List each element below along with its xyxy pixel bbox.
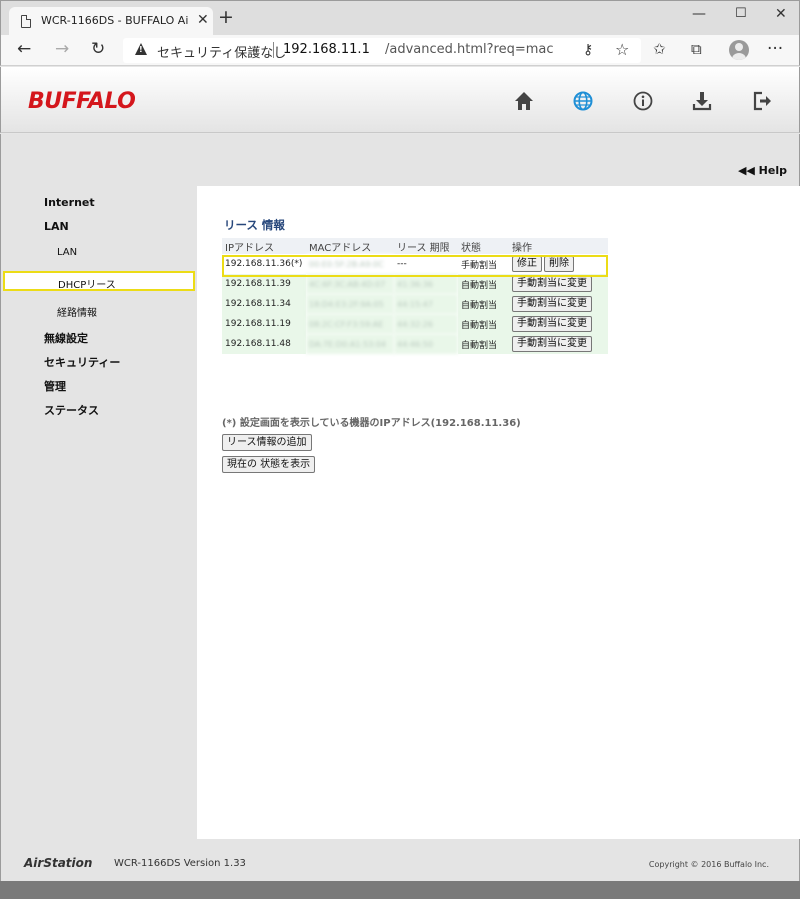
lease-actions: 手動割当に変更 — [509, 314, 608, 334]
tab-title: WCR-1166DS - BUFFALO AirStation — [41, 14, 189, 27]
lease-expiry: 44:32:26 — [394, 314, 458, 334]
sidebar-item-status[interactable]: ステータス — [44, 402, 99, 418]
close-window-icon[interactable]: ✕ — [775, 6, 787, 22]
lease-ip: 192.168.11.19 — [222, 314, 306, 334]
window-bottom-strip — [0, 881, 800, 899]
lease-expiry: 44:46:50 — [394, 334, 458, 354]
help-link[interactable]: ◀◀ Help — [738, 164, 787, 177]
lease-state: 自動割当 — [458, 274, 509, 294]
profile-avatar[interactable] — [729, 40, 749, 60]
info-icon[interactable] — [631, 89, 655, 113]
table-row: 192.168.11.19 08:2C:CF:F3:59:AE 44:32:26… — [222, 314, 608, 334]
browser-tabstrip: WCR-1166DS - BUFFALO AirStation ✕ + — ☐ … — [0, 0, 800, 36]
globe-icon[interactable] — [571, 89, 595, 113]
lease-ip: 192.168.11.48 — [222, 334, 306, 354]
download-icon[interactable] — [690, 89, 714, 113]
edit-button[interactable]: 修正 — [512, 256, 542, 272]
lease-actions: 修正 削除 — [509, 254, 608, 274]
address-divider — [273, 42, 274, 58]
reload-icon[interactable]: ↻ — [91, 39, 105, 59]
lease-table: IPアドレス MACアドレス リース 期限 状態 操作 192.168.11.3… — [222, 238, 608, 354]
sidebar-item-wireless[interactable]: 無線設定 — [44, 330, 88, 346]
delete-button[interactable]: 削除 — [544, 256, 574, 272]
lease-actions: 手動割当に変更 — [509, 334, 608, 354]
table-header-row: IPアドレス MACアドレス リース 期限 状態 操作 — [222, 238, 608, 254]
main-content: リース 情報 IPアドレス MACアドレス リース 期限 状態 操作 192.1… — [197, 186, 800, 839]
lease-actions: 手動割当に変更 — [509, 274, 608, 294]
back-icon[interactable]: ← — [17, 39, 31, 59]
footer-copyright: Copyright © 2016 Buffalo Inc. — [648, 860, 769, 869]
lease-actions: 手動割当に変更 — [509, 294, 608, 314]
change-to-manual-button[interactable]: 手動割当に変更 — [512, 336, 592, 352]
sidebar-item-security[interactable]: セキュリティー — [44, 354, 120, 370]
home-icon[interactable] — [512, 89, 536, 113]
change-to-manual-button[interactable]: 手動割当に変更 — [512, 276, 592, 292]
lease-note: (*) 設定画面を表示している機器のIPアドレス(192.168.11.36) — [222, 418, 521, 429]
lease-expiry: 41:36:36 — [394, 274, 458, 294]
lease-mac: DA:7E:D0:A1:53:04 — [306, 334, 394, 354]
lease-state: 自動割当 — [458, 294, 509, 314]
forward-icon[interactable]: → — [55, 39, 69, 59]
change-to-manual-button[interactable]: 手動割当に変更 — [512, 316, 592, 332]
lease-ip: 192.168.11.36(*) — [222, 254, 306, 274]
change-to-manual-button[interactable]: 手動割当に変更 — [512, 296, 592, 312]
address-bar[interactable]: セキュリティ保護なし 192.168.11.1 /advanced.html?r… — [123, 38, 641, 63]
browser-tab[interactable]: WCR-1166DS - BUFFALO AirStation ✕ — [9, 7, 213, 36]
security-label[interactable]: セキュリティ保護なし — [157, 42, 286, 61]
more-menu-icon[interactable]: ··· — [767, 39, 783, 59]
lease-mac: 00:E0:5F:2B:A9:0C — [306, 254, 394, 274]
add-lease-button[interactable]: リース情報の追加 — [222, 434, 312, 451]
close-tab-icon[interactable]: ✕ — [197, 12, 209, 28]
key-icon[interactable]: ⚷ — [583, 42, 593, 58]
sidebar-item-lan-sub[interactable]: LAN — [57, 247, 77, 258]
sidebar-item-dhcp-lease[interactable]: DHCPリース — [3, 271, 195, 291]
browser-toolbar: ← → ↻ セキュリティ保護なし 192.168.11.1 /advanced.… — [0, 35, 800, 66]
footer-model: WCR-1166DS Version 1.33 — [114, 858, 246, 869]
lease-ip: 192.168.11.34 — [222, 294, 306, 314]
lease-mac: 08:2C:CF:F3:59:AE — [306, 314, 394, 334]
lease-expiry: 44:15:47 — [394, 294, 458, 314]
minimize-icon[interactable]: — — [692, 6, 706, 22]
favorites-list-icon[interactable]: ✩ — [653, 39, 666, 59]
lease-ip: 192.168.11.39 — [222, 274, 306, 294]
table-row: 192.168.11.34 18:D4:E3:2F:9A:05 44:15:47… — [222, 294, 608, 314]
lease-state: 自動割当 — [458, 334, 509, 354]
lease-section-title: リース 情報 — [224, 218, 285, 232]
show-status-button[interactable]: 現在の 状態を表示 — [222, 456, 316, 473]
lease-state: 自動割当 — [458, 314, 509, 334]
collections-icon[interactable]: ⧉ — [691, 39, 702, 59]
router-header: BUFFALO — [0, 67, 800, 133]
lease-expiry: --- — [394, 254, 458, 274]
table-row: 192.168.11.48 DA:7E:D0:A1:53:04 44:46:50… — [222, 334, 608, 354]
lease-mac: 4C:6F:3C:AB:4D:07 — [306, 274, 394, 294]
table-row: 192.168.11.39 4C:6F:3C:AB:4D:07 41:36:36… — [222, 274, 608, 294]
lease-mac: 18:D4:E3:2F:9A:05 — [306, 294, 394, 314]
column-header-action: 操作 — [509, 238, 608, 254]
column-header-ip: IPアドレス — [222, 238, 306, 254]
sidebar-item-routing[interactable]: 経路情報 — [57, 304, 97, 319]
buffalo-logo: BUFFALO — [28, 89, 136, 114]
new-tab-icon[interactable]: + — [218, 8, 234, 27]
page-icon — [21, 15, 31, 28]
lease-state: 手動割当 — [458, 254, 509, 274]
warning-icon[interactable] — [135, 43, 147, 55]
router-page: ◀◀ Help Internet LAN LAN 経路情報 無線設定 セキュリテ… — [0, 134, 800, 881]
column-header-expiry: リース 期限 — [394, 238, 458, 254]
sidebar-item-label: DHCPリース — [58, 280, 116, 291]
sidebar-item-internet[interactable]: Internet — [44, 196, 95, 209]
sidebar-item-admin[interactable]: 管理 — [44, 378, 66, 394]
column-header-mac: MACアドレス — [306, 238, 394, 254]
url-host[interactable]: 192.168.11.1 — [283, 42, 370, 57]
sidebar-item-lan[interactable]: LAN — [44, 220, 69, 233]
favorite-star-icon[interactable]: ☆ — [615, 40, 629, 59]
table-row: 192.168.11.36(*) 00:E0:5F:2B:A9:0C --- 手… — [222, 254, 608, 274]
logout-icon[interactable] — [750, 89, 774, 113]
maximize-icon[interactable]: ☐ — [735, 6, 747, 21]
url-path[interactable]: /advanced.html?req=mac — [385, 42, 554, 57]
column-header-state: 状態 — [458, 238, 509, 254]
airstation-logo: AirStation — [24, 856, 93, 870]
